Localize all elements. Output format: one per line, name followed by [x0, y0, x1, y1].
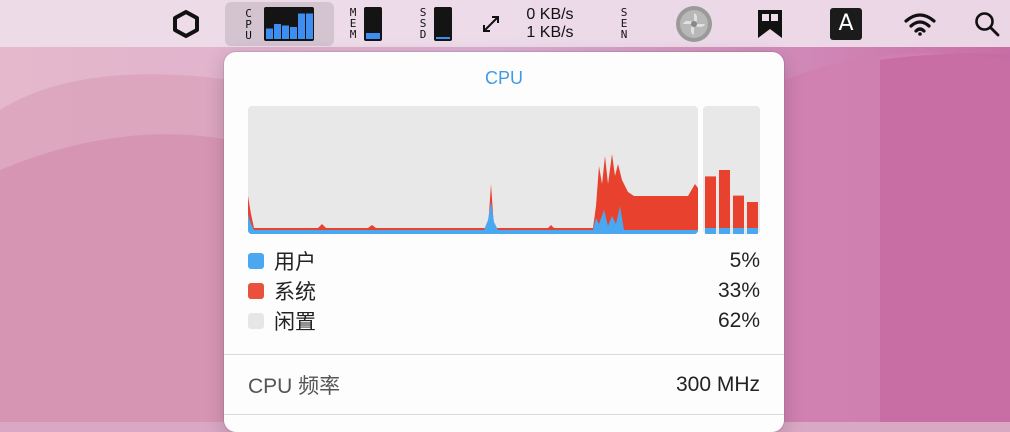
section-divider: [224, 354, 784, 355]
cpu-label-char-3: U: [245, 28, 252, 42]
cpu-mini-bar: [297, 13, 305, 39]
memory-bar-fill: [366, 32, 381, 39]
network-menu-item[interactable]: 0 KB/s 1 KB/s: [510, 0, 590, 47]
cpu-label-char-1: C: [245, 6, 252, 20]
memory-level-bar: [364, 6, 383, 41]
ssd-label-char-3: D: [419, 28, 427, 41]
idle-color-swatch: [248, 313, 264, 329]
cpu-usage-area-graph: [248, 154, 698, 234]
core-load-bar-system: [719, 170, 730, 234]
legend-label-user: 用户: [274, 251, 316, 274]
sensors-menu-item[interactable]: S E N: [612, 0, 636, 47]
search-icon[interactable]: [970, 0, 1004, 47]
network-upload-rate: 0 KB/s: [526, 5, 574, 23]
cpu-mini-bar: [305, 13, 313, 39]
system-usage-area: [248, 154, 698, 234]
section-divider-bottom: [224, 414, 784, 415]
cpu-mini-graph: [263, 7, 314, 41]
legend-label-system: 系统: [274, 281, 316, 304]
menu-bar: C P U M E M S S D 0 KB/s 1 KB/s S E N A: [0, 0, 1010, 47]
mem-label-char-3: M: [349, 28, 357, 41]
ssd-bar-bg: [434, 6, 453, 41]
legend-row-user: 用户 5%: [248, 247, 760, 275]
cpu-frequency-value: 300 MHz: [675, 373, 760, 396]
cpu-menu-item[interactable]: C P U: [225, 2, 334, 46]
core-load-bar-user: [719, 228, 730, 234]
cpu-mini-bar: [289, 27, 297, 39]
cpu-mini-bar: [265, 28, 273, 39]
cpu-frequency-row: CPU 频率 300 MHz: [248, 370, 760, 400]
popup-title: CPU: [484, 68, 523, 88]
cpu-core-load-bars: [703, 106, 760, 234]
fan-icon[interactable]: [674, 0, 714, 47]
core-load-bar-user: [705, 228, 716, 234]
core-load-bar-system: [705, 176, 716, 234]
cpu-usage-history-chart: [248, 106, 698, 234]
legend-row-system: 系统 33%: [248, 277, 760, 305]
mem-vertical-label: M E M: [350, 7, 357, 40]
core-load-bar-user: [747, 228, 758, 234]
legend-value-idle: 62%: [717, 309, 760, 332]
sen-vertical-label: S E N: [621, 7, 628, 40]
network-arrows-icon: [478, 0, 504, 47]
system-color-swatch: [248, 283, 264, 299]
legend-value-system: 33%: [717, 279, 760, 302]
input-source-item[interactable]: A: [829, 0, 863, 47]
cpu-frequency-label: CPU 频率: [248, 375, 341, 398]
legend-value-user: 5%: [729, 249, 760, 272]
wifi-icon[interactable]: [902, 0, 938, 47]
cpu-mini-bar: [273, 24, 281, 39]
legend-label-idle: 闲置: [274, 311, 316, 334]
ssd-bar-fill: [436, 36, 451, 39]
input-source-badge: A: [830, 7, 862, 40]
legend-row-idle: 闲置 62%: [248, 307, 760, 335]
core-load-bar-graph: [705, 170, 758, 234]
cpu-vertical-label: C P U: [245, 8, 252, 41]
sen-label-char-3: N: [620, 28, 628, 41]
ssd-menu-item[interactable]: S S D: [413, 0, 459, 47]
bookmark-icon[interactable]: [754, 0, 786, 47]
hexagon-icon[interactable]: [170, 0, 202, 47]
cpu-mini-bar: [281, 25, 289, 39]
cpu-label-char-2: P: [245, 17, 252, 31]
memory-menu-item[interactable]: M E M: [343, 0, 389, 47]
ssd-vertical-label: S S D: [420, 7, 427, 40]
user-color-swatch: [248, 253, 264, 269]
cpu-popup-panel: CPU 用户 5% 系统 33% 闲置 62% CPU 频率 300 MHz: [224, 52, 784, 432]
ssd-level-bar: [434, 6, 453, 41]
core-load-bar-user: [733, 228, 744, 234]
network-download-rate: 1 KB/s: [526, 23, 574, 41]
